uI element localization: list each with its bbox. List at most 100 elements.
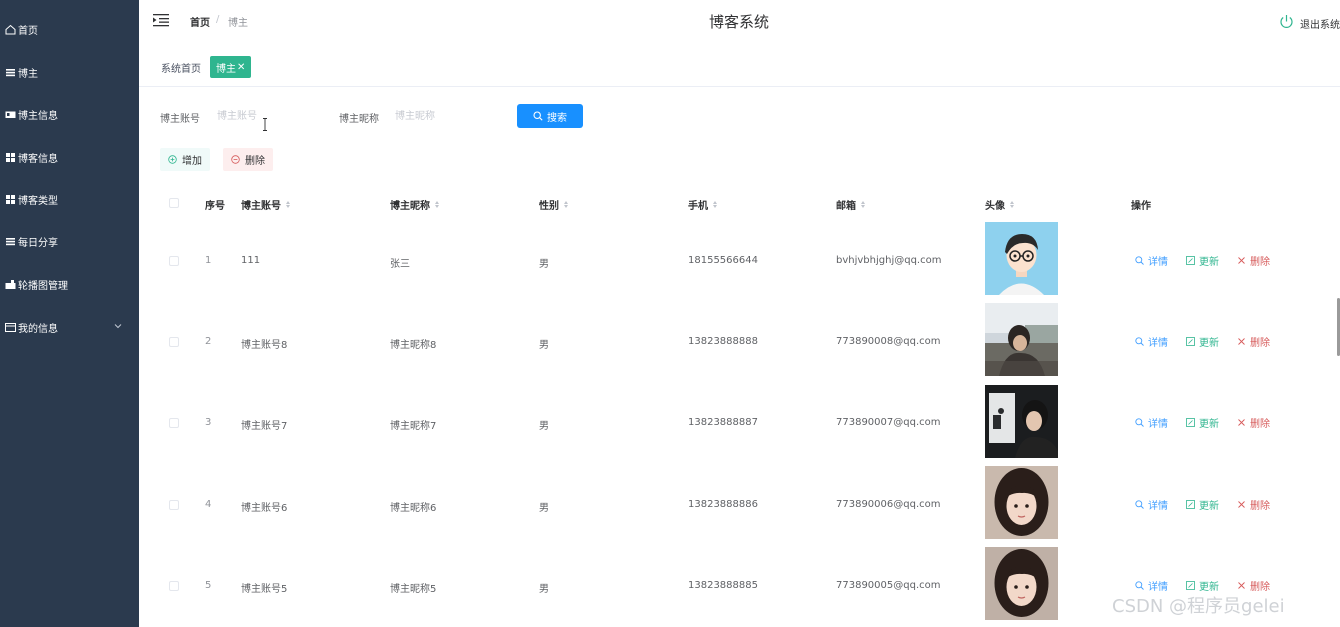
cell-nickname: 博主昵称6 bbox=[390, 503, 437, 514]
cell-phone: 13823888888 bbox=[688, 336, 758, 347]
detail-label: 详情 bbox=[1148, 419, 1168, 430]
sidebar-item-label: 博客信息 bbox=[18, 153, 58, 165]
search-button[interactable]: 搜索 bbox=[517, 104, 583, 128]
sort-icon[interactable] bbox=[713, 201, 717, 208]
update-button[interactable]: 更新 bbox=[1186, 334, 1219, 349]
delete-button[interactable]: 删除 bbox=[1237, 334, 1270, 349]
home-icon bbox=[5, 24, 16, 35]
row-checkbox[interactable] bbox=[169, 581, 179, 591]
add-button[interactable]: 增加 bbox=[160, 148, 210, 171]
detail-button[interactable]: 详情 bbox=[1135, 578, 1168, 593]
avatar bbox=[985, 466, 1058, 539]
delete-button[interactable]: 删除 bbox=[1237, 578, 1270, 593]
column-header-gender[interactable]: 性别 bbox=[539, 197, 568, 212]
column-header-phone[interactable]: 手机 bbox=[688, 197, 717, 212]
logout-button[interactable]: 退出系统 bbox=[1300, 16, 1340, 31]
sort-icon[interactable] bbox=[861, 201, 865, 208]
detail-button[interactable]: 详情 bbox=[1135, 415, 1168, 430]
sort-icon[interactable] bbox=[564, 201, 568, 208]
cell-account: 111 bbox=[241, 255, 261, 266]
detail-button[interactable]: 详情 bbox=[1135, 334, 1168, 349]
menu-fold-icon[interactable] bbox=[153, 13, 169, 27]
column-label: 博主账号 bbox=[241, 201, 281, 212]
image-icon bbox=[5, 279, 16, 290]
detail-button[interactable]: 详情 bbox=[1135, 253, 1168, 268]
cell-email: bvhjvbhjghj@qq.com bbox=[836, 255, 942, 266]
edit-icon bbox=[1186, 500, 1195, 509]
sidebar-item-blogger[interactable]: 博主 bbox=[0, 57, 139, 87]
delete-button[interactable]: 删除 bbox=[1237, 415, 1270, 430]
breadcrumb-separator: / bbox=[216, 14, 220, 25]
sort-icon[interactable] bbox=[286, 201, 290, 208]
close-icon[interactable]: ✕ bbox=[237, 62, 245, 73]
detail-label: 详情 bbox=[1148, 257, 1168, 268]
cell-nickname: 博主昵称7 bbox=[390, 421, 437, 432]
sidebar-item-daily-share[interactable]: 每日分享 bbox=[0, 226, 139, 256]
delete-button[interactable]: 删除 bbox=[1237, 497, 1270, 512]
sidebar-item-blog-type[interactable]: 博客类型 bbox=[0, 184, 139, 214]
cell-email: 773890007@qq.com bbox=[836, 417, 941, 428]
column-label: 序号 bbox=[205, 201, 225, 212]
sort-icon[interactable] bbox=[435, 201, 439, 208]
cell-account: 博主账号7 bbox=[241, 421, 288, 432]
plus-circle-icon bbox=[168, 155, 177, 164]
column-label: 性别 bbox=[539, 201, 559, 212]
sidebar-item-blogger-info[interactable]: 博主信息 bbox=[0, 99, 139, 129]
column-header-nickname[interactable]: 博主昵称 bbox=[390, 197, 439, 212]
sidebar-item-carousel[interactable]: 轮播图管理 bbox=[0, 269, 139, 299]
sort-icon[interactable] bbox=[1010, 201, 1014, 208]
cell-account: 博主账号6 bbox=[241, 503, 288, 514]
cell-phone: 13823888885 bbox=[688, 580, 758, 591]
power-icon[interactable] bbox=[1279, 14, 1294, 29]
column-header-account[interactable]: 博主账号 bbox=[241, 197, 290, 212]
sidebar-item-blog-info[interactable]: 博客信息 bbox=[0, 142, 139, 172]
cell-nickname: 张三 bbox=[390, 259, 410, 270]
cell-gender: 男 bbox=[539, 340, 549, 351]
id-card-icon bbox=[5, 109, 16, 120]
cell-phone: 13823888887 bbox=[688, 417, 758, 428]
cell-email: 773890005@qq.com bbox=[836, 580, 941, 591]
breadcrumb-home[interactable]: 首页 bbox=[190, 14, 210, 29]
row-checkbox[interactable] bbox=[169, 500, 179, 510]
batch-delete-button[interactable]: 删除 bbox=[223, 148, 273, 171]
column-label: 操作 bbox=[1131, 201, 1151, 212]
update-button[interactable]: 更新 bbox=[1186, 253, 1219, 268]
update-button[interactable]: 更新 bbox=[1186, 578, 1219, 593]
update-label: 更新 bbox=[1199, 338, 1219, 349]
avatar bbox=[985, 547, 1058, 620]
column-label: 邮箱 bbox=[836, 201, 856, 212]
search-icon bbox=[1135, 581, 1144, 590]
column-header-avatar[interactable]: 头像 bbox=[985, 197, 1014, 212]
chevron-down-icon[interactable] bbox=[113, 321, 123, 331]
search-icon bbox=[533, 111, 543, 121]
cell-gender: 男 bbox=[539, 503, 549, 514]
update-button[interactable]: 更新 bbox=[1186, 415, 1219, 430]
select-all-checkbox[interactable] bbox=[169, 198, 179, 208]
row-checkbox[interactable] bbox=[169, 256, 179, 266]
cell-nickname: 博主昵称8 bbox=[390, 340, 437, 351]
search-icon bbox=[1135, 256, 1144, 265]
avatar bbox=[985, 385, 1058, 458]
column-header-email[interactable]: 邮箱 bbox=[836, 197, 865, 212]
delete-button[interactable]: 删除 bbox=[1237, 253, 1270, 268]
row-checkbox[interactable] bbox=[169, 337, 179, 347]
page-title: 博客系统 bbox=[709, 13, 770, 31]
column-header-index: 序号 bbox=[205, 197, 225, 212]
edit-icon bbox=[1186, 581, 1195, 590]
cell-email: 773890008@qq.com bbox=[836, 336, 941, 347]
row-checkbox[interactable] bbox=[169, 418, 179, 428]
update-button[interactable]: 更新 bbox=[1186, 497, 1219, 512]
nickname-search-input[interactable] bbox=[395, 104, 495, 128]
tab-system-home[interactable]: 系统首页 bbox=[155, 56, 207, 78]
tab-bar: 系统首页 博主 ✕ bbox=[139, 56, 1340, 87]
sidebar-item-label: 首页 bbox=[18, 25, 38, 37]
sidebar-item-home[interactable]: 首页 bbox=[0, 14, 139, 44]
sidebar-item-my-info[interactable]: 我的信息 bbox=[0, 312, 139, 342]
detail-button[interactable]: 详情 bbox=[1135, 497, 1168, 512]
list-icon bbox=[5, 67, 16, 78]
sidebar-item-label: 每日分享 bbox=[18, 237, 58, 249]
text-cursor-icon bbox=[263, 118, 267, 131]
watermark: CSDN @程序员gelei bbox=[1112, 596, 1285, 617]
sidebar-item-label: 轮播图管理 bbox=[18, 280, 68, 292]
tab-blogger[interactable]: 博主 ✕ bbox=[210, 56, 252, 78]
